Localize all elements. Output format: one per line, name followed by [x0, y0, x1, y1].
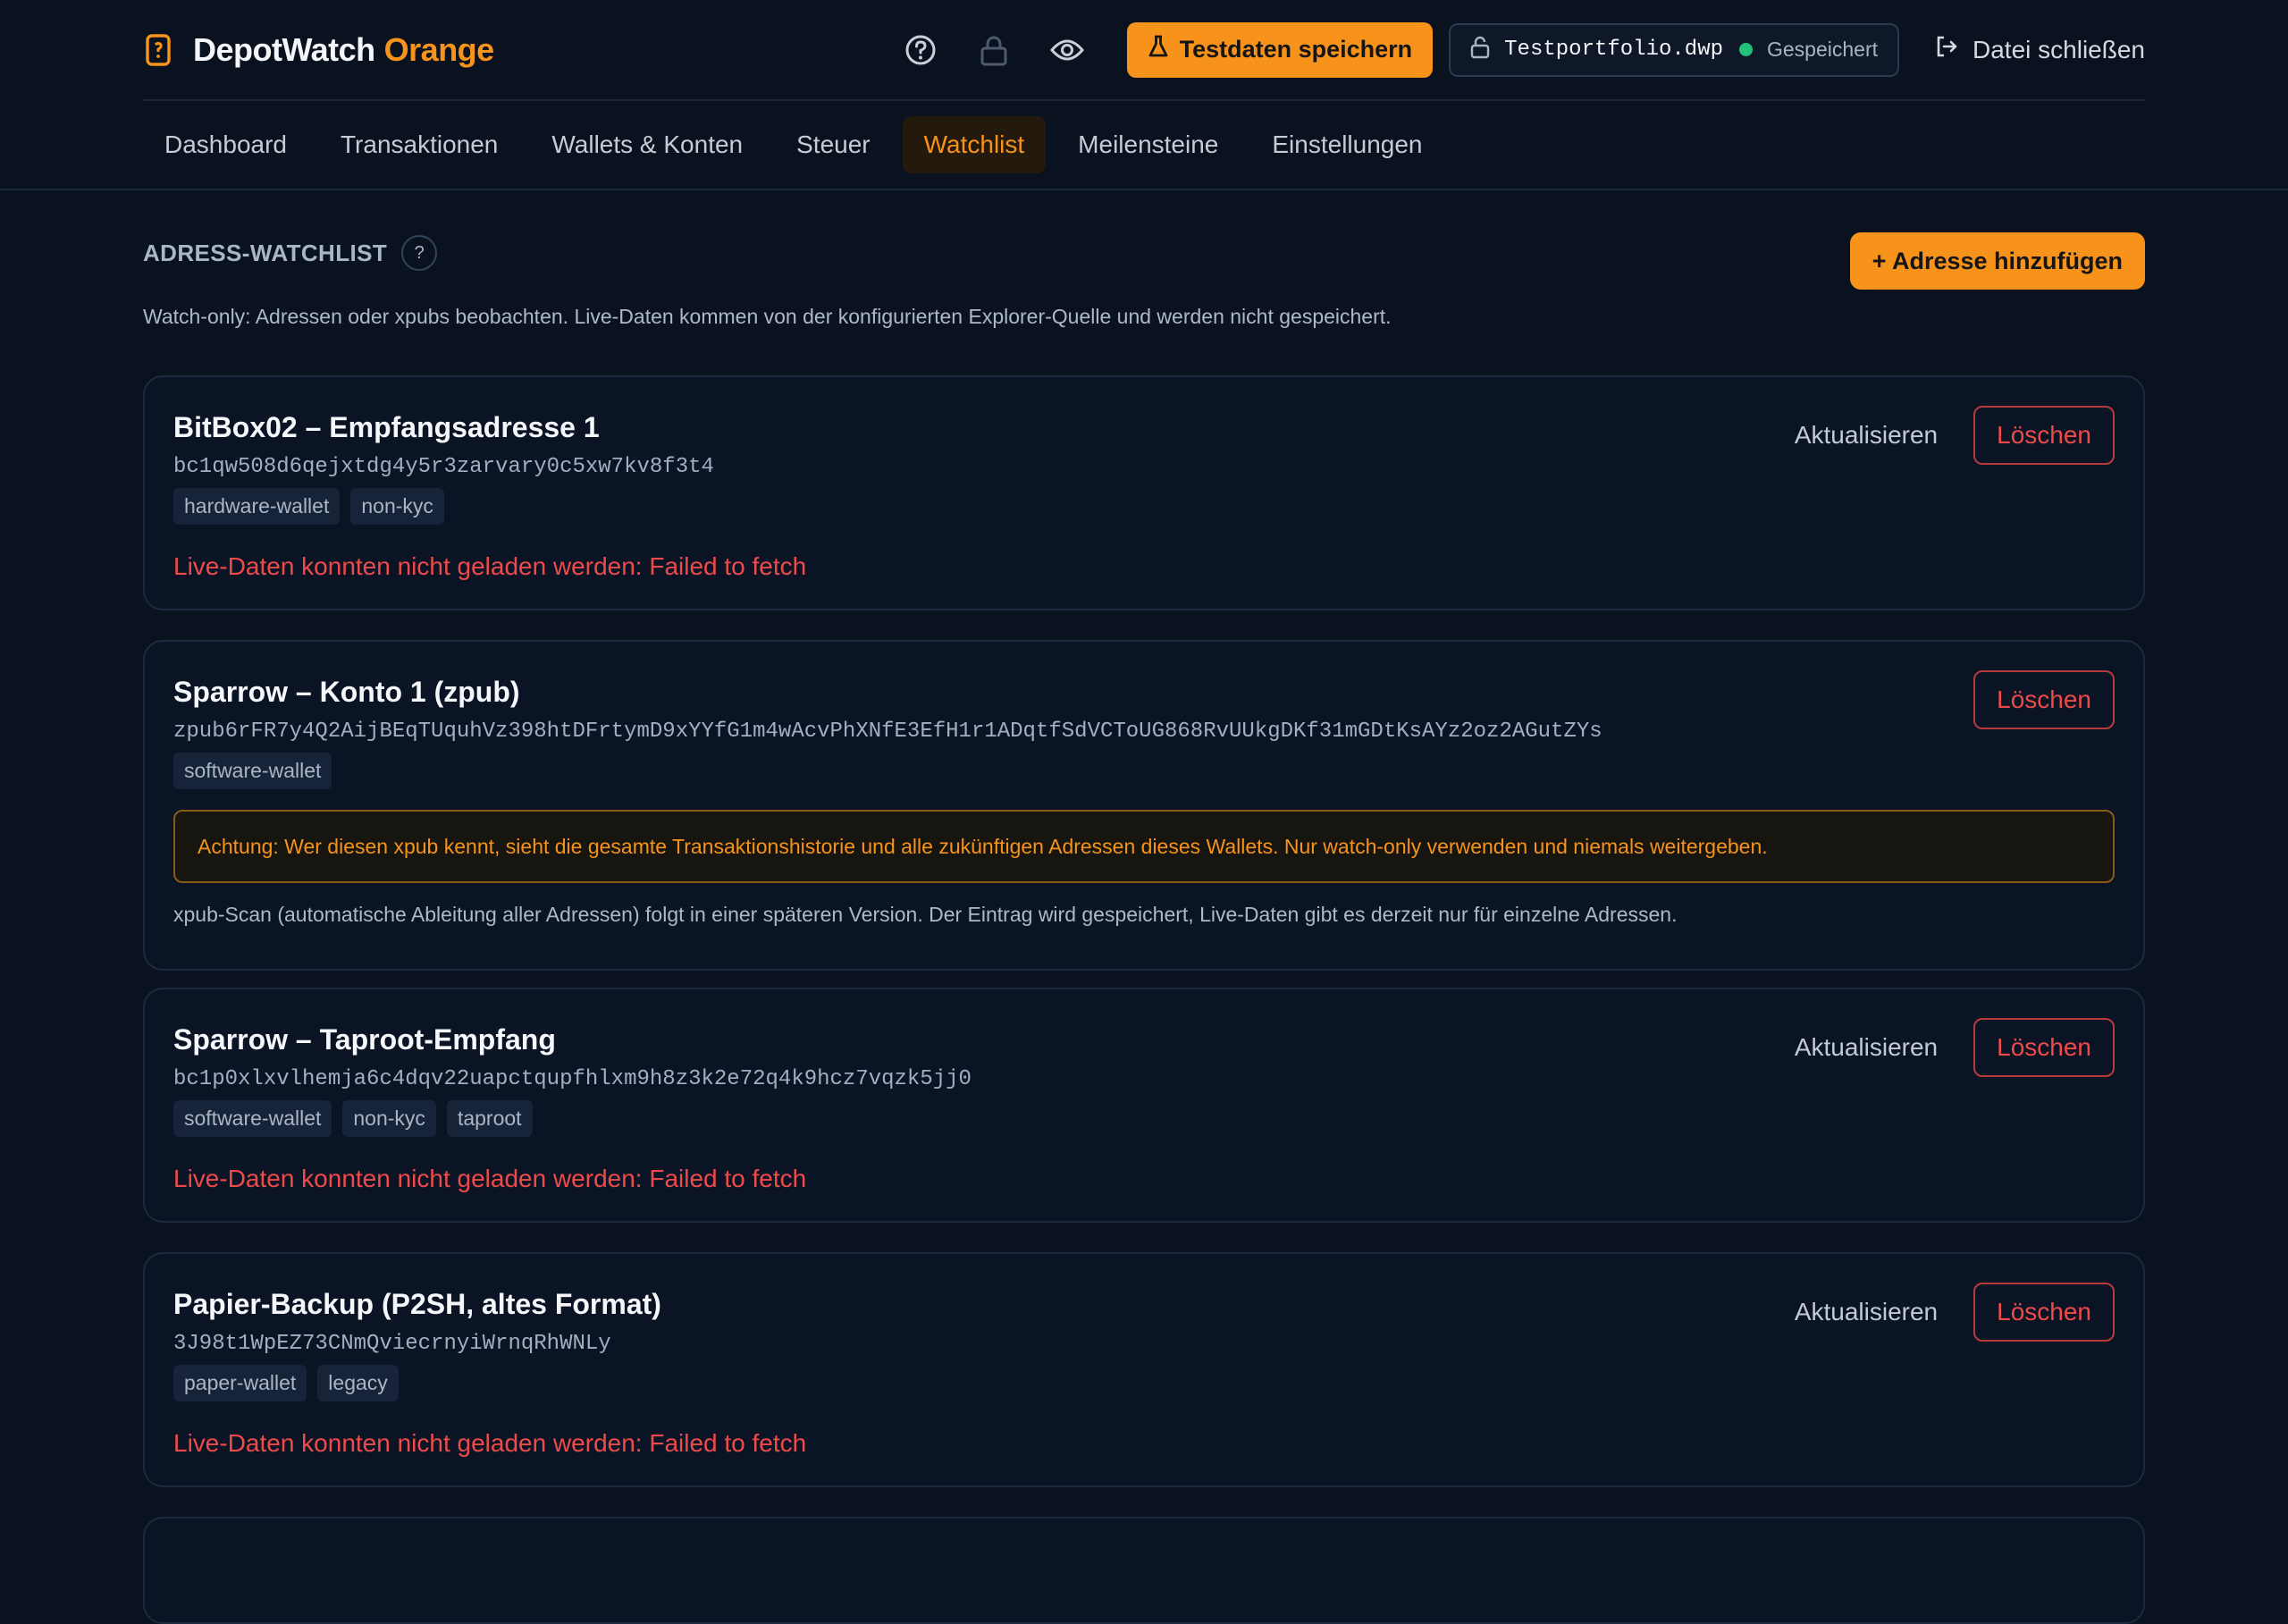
watchlist-section: ADRESS-WATCHLIST ? + Adresse hinzufügen … [143, 190, 2145, 1624]
delete-button[interactable]: Löschen [1973, 1283, 2115, 1342]
section-title-text: ADRESS-WATCHLIST [143, 239, 388, 266]
card-title: Sparrow – Taproot-Empfang [173, 1023, 556, 1056]
help-badge[interactable]: ? [401, 235, 438, 271]
tag: legacy [317, 1365, 399, 1401]
error-message: Live-Daten konnten nicht geladen werden:… [173, 1429, 807, 1457]
delete-button[interactable]: Löschen [1973, 670, 2115, 729]
refresh-button[interactable]: Aktualisieren [1795, 1298, 1938, 1326]
refresh-button[interactable]: Aktualisieren [1795, 1033, 1938, 1062]
tab-watchlist[interactable]: Watchlist [902, 116, 1047, 173]
card-title: Papier-Backup (P2SH, altes Format) [173, 1288, 661, 1320]
tab-transaktionen[interactable]: Transaktionen [319, 116, 519, 173]
brand-title: DepotWatch Orange [193, 31, 494, 69]
tag: software-wallet [173, 1100, 332, 1137]
help-circle-icon[interactable] [893, 22, 948, 78]
lock-open-icon [1470, 36, 1490, 63]
file-status: Gespeichert [1767, 38, 1879, 61]
error-message: Live-Daten konnten nicht geladen werden:… [173, 1165, 807, 1192]
brand-name: DepotWatch [193, 30, 375, 68]
saved-status-dot [1739, 43, 1753, 56]
logout-icon [1935, 35, 1958, 64]
watch-card: Sparrow – Konto 1 (zpub) zpub6rFR7y4Q2Ai… [143, 640, 2145, 971]
tag: software-wallet [173, 753, 332, 789]
close-file-label: Datei schließen [1973, 35, 2145, 63]
close-file-button[interactable]: Datei schließen [1935, 35, 2145, 64]
file-indicator: Testportfolio.dwp Gespeichert [1449, 22, 1900, 77]
card-actions: Aktualisieren Löschen [1795, 1283, 2115, 1342]
xpub-note: xpub-Scan (automatische Ableitung aller … [173, 903, 1678, 926]
card-title: BitBox02 – Empfangsadresse 1 [173, 411, 600, 443]
tag-list: paper-wallet legacy [173, 1365, 399, 1401]
brand: DepotWatch Orange [143, 31, 494, 69]
card-actions: Löschen [1973, 670, 2115, 729]
lock-icon[interactable] [966, 22, 1022, 78]
eye-icon[interactable] [1039, 22, 1095, 78]
tag: hardware-wallet [173, 488, 341, 525]
watch-card: Papier-Backup (P2SH, altes Format) 3J98t… [143, 1252, 2145, 1487]
section-subtitle: Watch-only: Adressen oder xpubs beobacht… [143, 305, 1392, 328]
tab-meilensteine[interactable]: Meilensteine [1056, 116, 1240, 173]
save-testdata-button[interactable]: Testdaten speichern [1126, 21, 1434, 78]
watch-card: BitBox02 – Empfangsadresse 1 bc1qw508d6q… [143, 375, 2145, 610]
tag-list: hardware-wallet non-kyc [173, 488, 444, 525]
delete-button[interactable]: Löschen [1973, 406, 2115, 465]
tag: paper-wallet [173, 1365, 307, 1401]
tab-wallets-konten[interactable]: Wallets & Konten [530, 116, 764, 173]
watch-card [143, 1517, 2145, 1624]
card-title: Sparrow – Konto 1 (zpub) [173, 676, 520, 708]
tab-steuer[interactable]: Steuer [775, 116, 892, 173]
tag-list: software-wallet non-kyc taproot [173, 1100, 533, 1137]
section-header: ADRESS-WATCHLIST ? + Adresse hinzufügen [143, 190, 2145, 307]
refresh-button[interactable]: Aktualisieren [1795, 421, 1938, 450]
tag: non-kyc [342, 1100, 436, 1137]
section-title: ADRESS-WATCHLIST ? [143, 235, 438, 271]
card-address: 3J98t1WpEZ73CNmQviecrnyiWrnqRhWNLy [173, 1332, 611, 1356]
xpub-warning: Achtung: Wer diesen xpub kennt, sieht di… [173, 810, 2115, 883]
error-message: Live-Daten konnten nicht geladen werden:… [173, 552, 807, 580]
tag-list: software-wallet [173, 753, 332, 789]
tag: taproot [446, 1100, 533, 1137]
tag: non-kyc [350, 488, 444, 525]
card-address: zpub6rFR7y4Q2AijBEqTUquhVz398htDFrtymD9x… [173, 719, 1602, 744]
card-actions: Aktualisieren Löschen [1795, 1018, 2115, 1077]
save-testdata-label: Testdaten speichern [1179, 36, 1413, 63]
add-address-button[interactable]: + Adresse hinzufügen [1849, 232, 2145, 290]
file-name: Testportfolio.dwp [1504, 38, 1723, 62]
main-nav: Dashboard Transaktionen Wallets & Konten… [143, 116, 1451, 173]
watch-card: Sparrow – Taproot-Empfang bc1p0xlxvlhemj… [143, 988, 2145, 1223]
brand-accent: Orange [383, 30, 495, 68]
card-address: bc1qw508d6qejxtdg4y5r3zarvary0c5xw7kv8f3… [173, 455, 714, 479]
top-bar: DepotWatch Orange Testdaten speichern Tes… [0, 0, 2288, 190]
delete-button[interactable]: Löschen [1973, 1018, 2115, 1077]
tab-einstellungen[interactable]: Einstellungen [1250, 116, 1443, 173]
card-actions: Aktualisieren Löschen [1795, 406, 2115, 465]
card-address: bc1p0xlxvlhemja6c4dqv22uapctqupfhlxm9h8z… [173, 1067, 972, 1091]
flask-icon [1148, 34, 1169, 65]
header: DepotWatch Orange Testdaten speichern Tes… [143, 0, 2145, 101]
wallet-icon [143, 33, 173, 67]
tab-dashboard[interactable]: Dashboard [143, 116, 308, 173]
